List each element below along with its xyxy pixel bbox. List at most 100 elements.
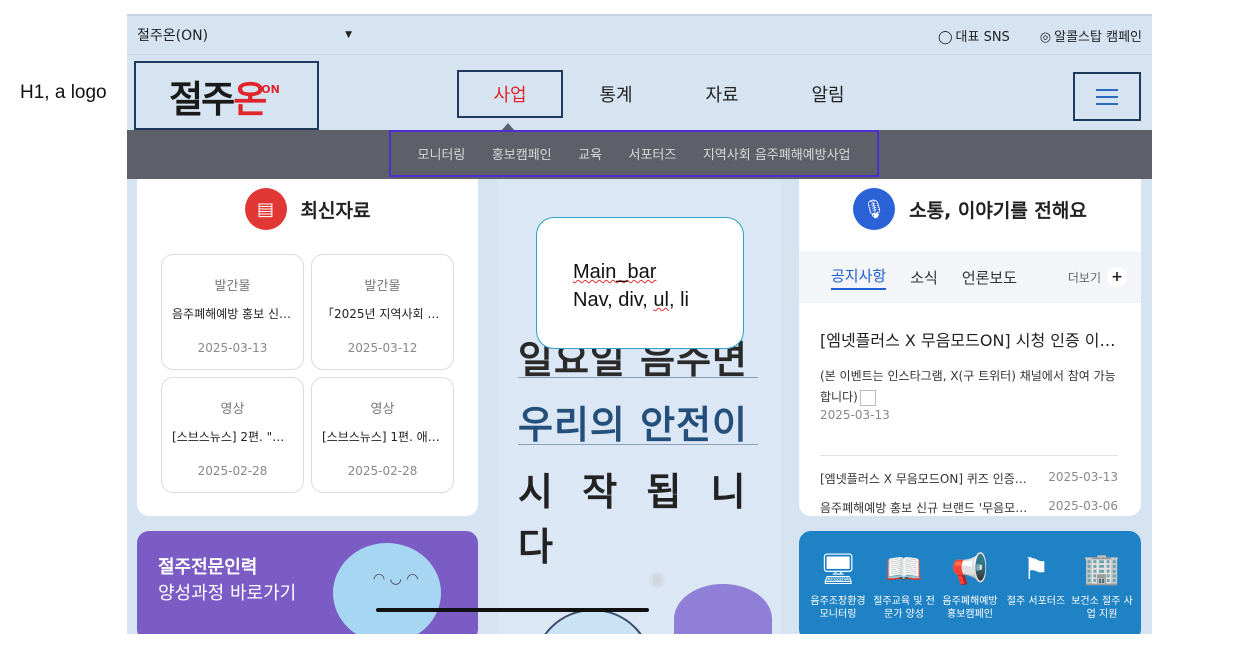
supporters-icon: ⚑ bbox=[1022, 552, 1050, 587]
subnav-item-education[interactable]: 교육 bbox=[578, 144, 602, 163]
sns-link[interactable]: ◯ 대표 SNS bbox=[938, 26, 1010, 45]
tile-date: 2025-02-28 bbox=[197, 464, 268, 478]
horizontal-scrollbar[interactable] bbox=[376, 608, 649, 612]
callout-line-1: Main_bar bbox=[573, 261, 657, 283]
sub-menu-bar: 모니터링 홍보캠페인 교육 서포터즈 지역사회 음주폐해예방사업 bbox=[127, 130, 1152, 179]
tab-notices[interactable]: 공지사항 bbox=[831, 265, 887, 290]
communication-card: 🎙 소통, 이야기를 전해요 공지사항 소식 언론보도 더보기 + [엠넷플러스… bbox=[799, 179, 1141, 516]
header: 절주온 ON 사업 통계 자료 알림 bbox=[127, 55, 1152, 131]
callout-line-2: Nav, div, ul, li bbox=[573, 289, 689, 311]
hamburger-menu-button[interactable] bbox=[1073, 72, 1141, 121]
tile-date: 2025-03-13 bbox=[197, 341, 268, 355]
sns-link-label: 대표 SNS bbox=[955, 29, 1010, 45]
mascot-left bbox=[533, 609, 653, 634]
list-item-date: 2025-03-06 bbox=[1048, 499, 1118, 513]
plus-icon: + bbox=[1107, 267, 1127, 287]
tile-date: 2025-03-12 bbox=[347, 341, 418, 355]
alcohol-stop-link[interactable]: ◎ 알콜스탑 캠페인 bbox=[1040, 26, 1142, 45]
image-placeholder-icon bbox=[859, 389, 876, 406]
quicklink-supporters[interactable]: ⚑ 절주 서포터즈 bbox=[1004, 551, 1068, 634]
tile-category: 영상 bbox=[370, 402, 395, 417]
tile-date: 2025-02-28 bbox=[347, 464, 418, 478]
site-logo[interactable]: 절주온 ON bbox=[134, 61, 319, 130]
quicklink-education[interactable]: 📖 절주교육 및 전문가 양성 bbox=[872, 551, 936, 634]
featured-notice[interactable]: [엠넷플러스 X 무음모드ON] 시청 인증 이벤트 (본 이벤트는 인스타그램… bbox=[820, 327, 1120, 422]
communication-title: 소통, 이야기를 전해요 bbox=[909, 199, 1087, 222]
quick-links-panel: 🖥 음주조장환경 모니터링 📖 절주교육 및 전문가 양성 📢 음주폐해예방 홍… bbox=[799, 531, 1141, 634]
banner-underline bbox=[518, 444, 758, 445]
mascot-face-icon: ◠ ◡ ◠ bbox=[373, 571, 419, 587]
alcohol-stop-link-label: 알콜스탑 캠페인 bbox=[1054, 29, 1142, 45]
megaphone-icon: 📢 bbox=[951, 552, 989, 587]
banner-line-3: 시 작 됩 니 다 bbox=[518, 470, 754, 569]
instagram-icon: ◎ bbox=[1039, 29, 1052, 45]
featured-notice-title: [엠넷플러스 X 무음모드ON] 시청 인증 이벤트 bbox=[820, 331, 1120, 350]
more-label: 더보기 bbox=[1067, 270, 1101, 285]
list-item[interactable]: [엠넷플러스 X 무음모드ON] 퀴즈 인증 이벤트 2025-03-13 bbox=[820, 470, 1118, 488]
mascot-character bbox=[333, 543, 441, 634]
site-select[interactable]: 절주온(ON) ▼ bbox=[137, 25, 352, 45]
communication-tabs: 공지사항 소식 언론보도 더보기 + bbox=[799, 251, 1141, 303]
quicklink-label: 음주조장환경 모니터링 bbox=[810, 596, 866, 620]
promo-line-2: 양성과정 바로가기 bbox=[158, 583, 297, 604]
quicklink-label: 보건소 절주 사업 지원 bbox=[1071, 596, 1133, 620]
tile-title: [스브스뉴스] 2편. "술은 적당히" bbox=[172, 430, 303, 444]
loading-spinner-icon: ✺ bbox=[648, 569, 667, 594]
tile-category: 발간물 bbox=[214, 279, 251, 294]
nav-item-business[interactable]: 사업 bbox=[457, 70, 563, 118]
featured-notice-desc: (본 이벤트는 인스타그램, X(구 트위터) 채널에서 참여 가능합니다) bbox=[820, 369, 1116, 406]
annotation-logo-label: H1, a logo bbox=[20, 82, 107, 103]
list-item-title: [엠넷플러스 X 무음모드ON] 퀴즈 인증 이벤트 bbox=[820, 472, 1030, 486]
sub-nav: 모니터링 홍보캠페인 교육 서포터즈 지역사회 음주폐해예방사업 bbox=[389, 130, 879, 177]
subnav-item-monitoring[interactable]: 모니터링 bbox=[417, 144, 465, 163]
latest-resources-card: ▤ 최신자료 발간물 음주폐해예방 홍보 신규 브랜드 2025-03-13 발… bbox=[137, 179, 478, 516]
chat-bubble-icon: ◯ bbox=[937, 29, 953, 45]
microphone-icon: 🎙 bbox=[853, 188, 896, 230]
banner-underline bbox=[518, 377, 758, 378]
quicklink-label: 절주교육 및 전문가 양성 bbox=[873, 596, 935, 620]
top-utility-bar: 절주온(ON) ▼ ◯ 대표 SNS ◎ 알콜스탑 캠페인 bbox=[127, 14, 1152, 55]
tile-title: 음주폐해예방 홍보 신규 브랜드 bbox=[172, 307, 303, 321]
resource-tile[interactable]: 발간물 음주폐해예방 홍보 신규 브랜드 2025-03-13 bbox=[161, 254, 304, 370]
annotation-callout: Main_bar Nav, div, ul, li bbox=[536, 217, 744, 349]
more-link[interactable]: 더보기 + bbox=[1068, 267, 1127, 287]
quicklink-health-center[interactable]: 🏢 보건소 절주 사업 지원 bbox=[1070, 551, 1134, 634]
resource-tile[interactable]: 발간물 「2025년 지역사회 통합건강증진사업 2025-03-12 bbox=[311, 254, 454, 370]
tile-title: [스브스뉴스] 1편. 애주가의 bbox=[322, 430, 453, 444]
notice-list: [엠넷플러스 X 무음모드ON] 퀴즈 인증 이벤트 2025-03-13 음주… bbox=[820, 455, 1118, 517]
latest-resources-grid: 발간물 음주폐해예방 홍보 신규 브랜드 2025-03-13 발간물 「202… bbox=[161, 254, 454, 493]
building-icon: 🏢 bbox=[1083, 552, 1121, 587]
tile-category: 영상 bbox=[220, 402, 245, 417]
resource-tile[interactable]: 영상 [스브스뉴스] 2편. "술은 적당히" 2025-02-28 bbox=[161, 377, 304, 493]
resource-tile[interactable]: 영상 [스브스뉴스] 1편. 애주가의 2025-02-28 bbox=[311, 377, 454, 493]
subnav-item-community[interactable]: 지역사회 음주폐해예방사업 bbox=[703, 144, 851, 163]
logo-sup: ON bbox=[261, 83, 280, 96]
banner-line-2: 우리의 안전이 bbox=[518, 403, 748, 447]
promo-line-1: 절주전문인력 bbox=[158, 557, 258, 578]
tile-category: 발간물 bbox=[364, 279, 401, 294]
list-item-title: 음주폐해예방 홍보 신규 브랜드 '무음모드ON' bbox=[820, 501, 1030, 515]
quicklink-campaign[interactable]: 📢 음주폐해예방 홍보캠페인 bbox=[938, 551, 1002, 634]
site-select-value: 절주온(ON) bbox=[137, 28, 209, 44]
tab-press[interactable]: 언론보도 bbox=[962, 267, 1017, 288]
nav-item-statistics[interactable]: 통계 bbox=[563, 70, 669, 118]
list-item[interactable]: 음주폐해예방 홍보 신규 브랜드 '무음모드ON' 2025-03-06 bbox=[820, 499, 1118, 517]
monitor-icon: 🖥 bbox=[818, 552, 858, 587]
quicklink-label: 절주 서포터즈 bbox=[1006, 596, 1066, 607]
subnav-item-supporters[interactable]: 서포터즈 bbox=[629, 144, 677, 163]
subnav-item-campaign[interactable]: 홍보캠페인 bbox=[492, 144, 552, 163]
list-item-date: 2025-03-13 bbox=[1048, 470, 1118, 484]
featured-notice-date: 2025-03-13 bbox=[820, 408, 890, 422]
tile-title: 「2025년 지역사회 통합건강증진사업 bbox=[322, 307, 453, 321]
hamburger-icon bbox=[1096, 88, 1118, 105]
latest-resources-title: 최신자료 bbox=[300, 199, 371, 222]
quicklink-monitoring[interactable]: 🖥 음주조장환경 모니터링 bbox=[806, 551, 870, 634]
nav-item-notices[interactable]: 알림 bbox=[775, 70, 881, 118]
document-icon: ▤ bbox=[244, 188, 287, 230]
nav-item-resources[interactable]: 자료 bbox=[669, 70, 775, 118]
quicklink-label: 음주폐해예방 홍보캠페인 bbox=[942, 596, 998, 620]
logo-text: 절주온 bbox=[169, 77, 267, 121]
mascot-right bbox=[674, 584, 772, 634]
expert-training-banner[interactable]: 절주전문인력 양성과정 바로가기 ◠ ◡ ◠ bbox=[137, 531, 478, 634]
tab-news[interactable]: 소식 bbox=[910, 267, 938, 288]
